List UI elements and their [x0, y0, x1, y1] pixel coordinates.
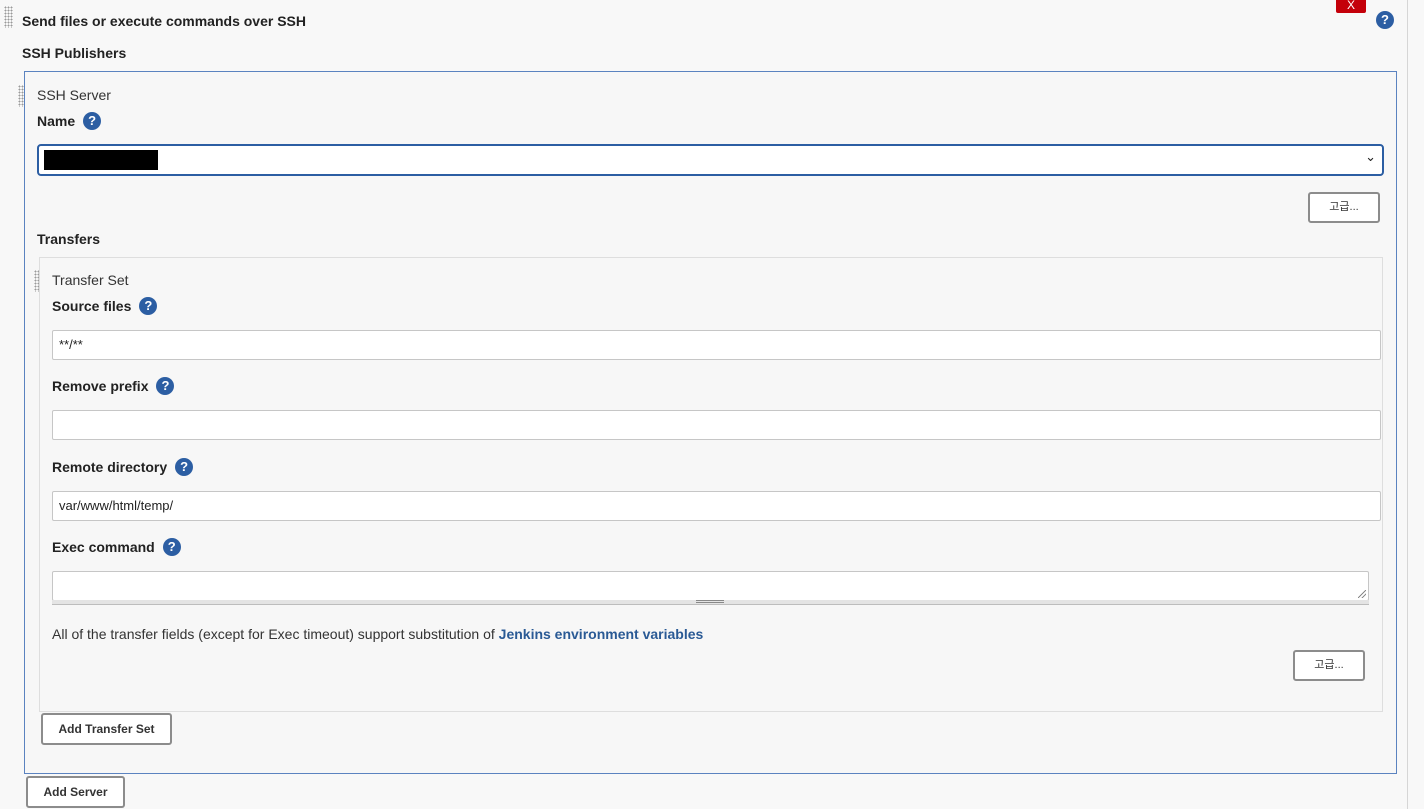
source-files-help-icon[interactable]: ? [139, 297, 158, 315]
remote-directory-input[interactable]: var/www/html/temp/ [52, 491, 1381, 521]
substitution-note: All of the transfer fields (except for E… [52, 626, 703, 642]
exec-command-field-label: Exec command? [52, 538, 181, 557]
server-advanced-button[interactable]: 고급... [1308, 192, 1380, 223]
remove-prefix-help-icon[interactable]: ? [156, 377, 175, 395]
ssh-publish-config: Send files or execute commands over SSH … [0, 0, 1424, 809]
remote-directory-help-icon[interactable]: ? [175, 458, 194, 476]
name-label-text: Name [37, 113, 76, 129]
ssh-publishers-label: SSH Publishers [22, 45, 127, 61]
section-title: Send files or execute commands over SSH [22, 13, 306, 29]
ssh-server-panel: SSH Server Name? ⌄ 고급... Transfers Trans… [24, 71, 1397, 774]
remote-directory-field-label: Remote directory? [52, 458, 194, 477]
section-drag-handle-icon[interactable] [4, 6, 13, 28]
exec-command-textarea[interactable] [52, 571, 1369, 601]
transfer-set-heading: Transfer Set [52, 272, 129, 288]
remove-prefix-label: Remove prefix [52, 378, 149, 394]
add-transfer-set-button[interactable]: Add Transfer Set [41, 713, 172, 745]
ssh-server-heading: SSH Server [37, 87, 111, 103]
jenkins-env-vars-link[interactable]: Jenkins environment variables [499, 626, 704, 642]
name-help-icon[interactable]: ? [83, 112, 102, 130]
remote-directory-label: Remote directory [52, 459, 168, 475]
scrollbar-track[interactable] [1407, 0, 1408, 809]
add-server-button[interactable]: Add Server [26, 776, 125, 808]
exec-command-label: Exec command [52, 539, 155, 555]
remove-prefix-field-label: Remove prefix? [52, 377, 175, 396]
section-help-icon[interactable]: ? [1376, 11, 1394, 29]
source-files-input[interactable]: **/** [52, 330, 1381, 360]
textarea-resize-icon[interactable] [1358, 590, 1366, 598]
name-field-label: Name? [37, 112, 102, 131]
textarea-expand-grip[interactable] [52, 600, 1369, 605]
chevron-down-icon: ⌄ [1365, 149, 1376, 164]
source-files-field-label: Source files? [52, 297, 158, 316]
transfer-advanced-button[interactable]: 고급... [1293, 650, 1365, 681]
grip-lines-icon [696, 600, 724, 603]
delete-section-button[interactable]: X [1336, 0, 1366, 13]
transfers-label: Transfers [37, 231, 101, 247]
remove-prefix-input[interactable] [52, 410, 1381, 440]
transfer-set-panel: Transfer Set Source files? **/** Remove … [39, 257, 1383, 712]
server-name-select[interactable]: ⌄ [37, 144, 1384, 176]
source-files-label: Source files [52, 298, 132, 314]
redacted-server-name [44, 150, 158, 170]
substitution-note-text: All of the transfer fields (except for E… [52, 626, 499, 642]
exec-command-help-icon[interactable]: ? [162, 538, 181, 556]
